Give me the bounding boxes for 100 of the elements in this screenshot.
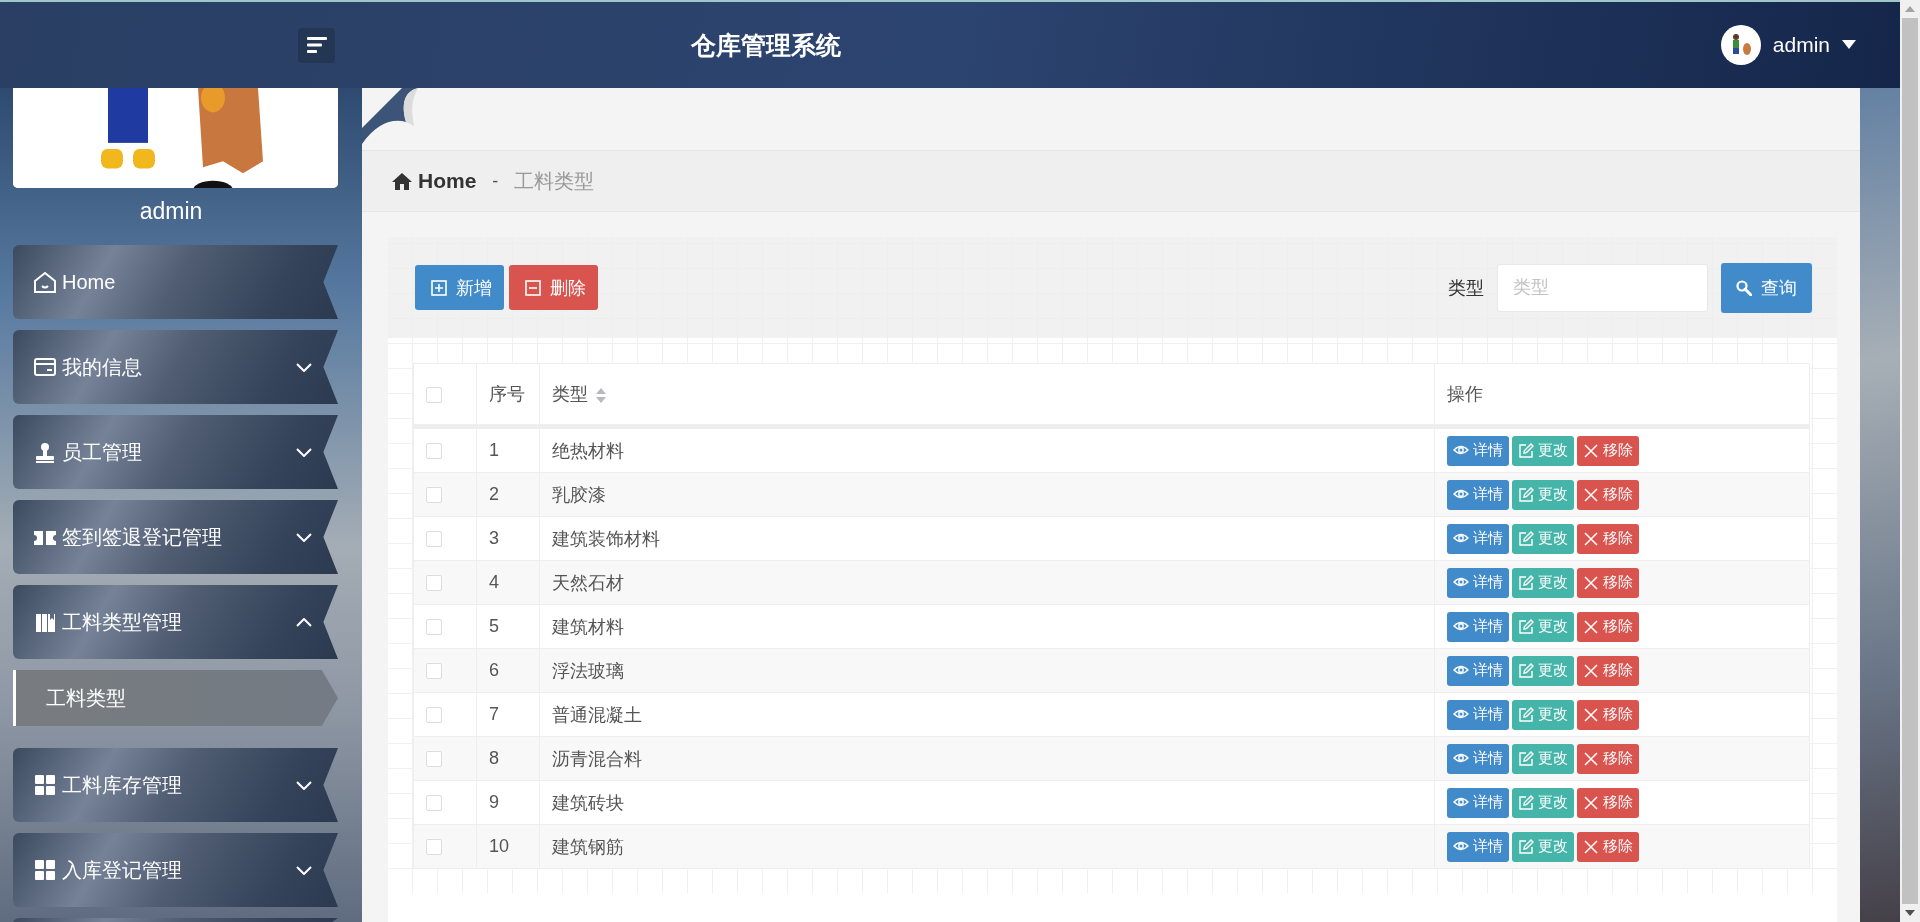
remove-button[interactable]: 移除 bbox=[1577, 567, 1639, 598]
view-button[interactable]: 详情 bbox=[1447, 611, 1509, 642]
checkbox[interactable] bbox=[426, 443, 442, 460]
scroll-up-icon[interactable] bbox=[1905, 6, 1915, 12]
grid-icon bbox=[34, 774, 56, 796]
submenu-item[interactable]: 工料类型 bbox=[13, 670, 338, 726]
remove-button[interactable]: 移除 bbox=[1577, 787, 1639, 818]
table-cell: 7 bbox=[489, 704, 499, 724]
checkbox[interactable] bbox=[426, 487, 442, 504]
checkbox[interactable] bbox=[426, 575, 442, 592]
remove-button[interactable]: 移除 bbox=[1577, 655, 1639, 686]
table-cell: 10 bbox=[489, 836, 510, 856]
view-button[interactable]: 详情 bbox=[1447, 655, 1509, 686]
checkbox[interactable] bbox=[426, 839, 442, 856]
scrollbar[interactable] bbox=[1900, 0, 1920, 922]
remove-button[interactable]: 移除 bbox=[1577, 435, 1639, 466]
home-icon bbox=[34, 271, 56, 293]
table-cell: 3 bbox=[489, 528, 499, 548]
view-button[interactable]: 详情 bbox=[1447, 523, 1509, 554]
menu-button[interactable] bbox=[298, 27, 335, 63]
edit-button[interactable]: 更改 bbox=[1512, 655, 1574, 686]
remove-button[interactable]: 移除 bbox=[1577, 699, 1639, 730]
table-cell: 建筑装饰材料 bbox=[552, 528, 660, 549]
breadcrumb-current: 工料类型 bbox=[514, 168, 595, 194]
pencil-square-icon bbox=[1518, 530, 1534, 547]
page-curl-icon bbox=[362, 88, 418, 144]
table-cell: 建筑材料 bbox=[552, 616, 624, 637]
table-cell: 9 bbox=[489, 792, 499, 812]
filter-label: 类型 bbox=[1448, 276, 1484, 300]
delete-button[interactable]: 删除 bbox=[509, 265, 598, 310]
menu-icon bbox=[306, 37, 327, 53]
table-cell: 2 bbox=[489, 484, 499, 504]
table-cell: 建筑砖块 bbox=[552, 792, 624, 813]
view-button[interactable]: 详情 bbox=[1447, 699, 1509, 730]
pencil-square-icon bbox=[1518, 618, 1534, 635]
remove-button[interactable]: 移除 bbox=[1577, 831, 1639, 862]
menu-item[interactable]: 我的信息 bbox=[13, 330, 338, 404]
menu-item[interactable]: 签到签退登记管理 bbox=[13, 500, 338, 574]
table-cell: 天然石材 bbox=[552, 572, 624, 593]
edit-button[interactable]: 更改 bbox=[1512, 831, 1574, 862]
remove-button[interactable]: 移除 bbox=[1577, 479, 1639, 510]
checkbox[interactable] bbox=[426, 663, 442, 680]
view-button[interactable]: 详情 bbox=[1447, 831, 1509, 862]
remove-button[interactable]: 移除 bbox=[1577, 611, 1639, 642]
close-icon bbox=[1583, 574, 1599, 591]
menu-item[interactable]: Home bbox=[13, 245, 338, 319]
edit-button[interactable]: 更改 bbox=[1512, 611, 1574, 642]
checkbox[interactable] bbox=[426, 707, 442, 724]
table-cell: 建筑钢筋 bbox=[552, 836, 624, 857]
edit-button[interactable]: 更改 bbox=[1512, 435, 1574, 466]
close-icon bbox=[1583, 750, 1599, 767]
view-button[interactable]: 详情 bbox=[1447, 743, 1509, 774]
column-header: 操作 bbox=[1447, 384, 1483, 404]
checkbox[interactable] bbox=[426, 531, 442, 548]
table-cell: 绝热材料 bbox=[552, 440, 624, 461]
type-search-field[interactable]: 类型 bbox=[1497, 263, 1708, 312]
breadcrumb-separator: - bbox=[492, 170, 499, 192]
search-icon bbox=[1736, 279, 1752, 296]
edit-button[interactable]: 更改 bbox=[1512, 523, 1574, 554]
remove-button[interactable]: 移除 bbox=[1577, 523, 1639, 554]
plus-square-icon bbox=[431, 279, 447, 296]
menu-item[interactable]: 入库登记管理 bbox=[13, 833, 338, 907]
edit-button[interactable]: 更改 bbox=[1512, 743, 1574, 774]
caret-icon[interactable] bbox=[1842, 40, 1856, 50]
edit-button[interactable]: 更改 bbox=[1512, 787, 1574, 818]
user-name: admin bbox=[138, 198, 204, 225]
table-cell: 8 bbox=[489, 748, 499, 768]
checkbox[interactable] bbox=[426, 386, 442, 403]
books-icon bbox=[34, 611, 56, 633]
checkbox[interactable] bbox=[426, 751, 442, 768]
menu-item[interactable]: 工料库存管理 bbox=[13, 748, 338, 822]
table-cell: 乳胶漆 bbox=[552, 484, 606, 505]
view-button[interactable]: 详情 bbox=[1447, 435, 1509, 466]
menu-item[interactable]: 工料类型管理 bbox=[13, 585, 338, 659]
breadcrumb-link[interactable]: Home bbox=[418, 169, 477, 193]
pencil-square-icon bbox=[1518, 838, 1534, 855]
view-button[interactable]: 详情 bbox=[1447, 479, 1509, 510]
scroll-down-icon[interactable] bbox=[1905, 910, 1915, 916]
checkbox[interactable] bbox=[426, 619, 442, 636]
sort-icon[interactable] bbox=[596, 387, 606, 403]
pencil-square-icon bbox=[1518, 486, 1534, 503]
close-icon bbox=[1583, 794, 1599, 811]
user-name[interactable]: admin bbox=[1772, 33, 1830, 57]
scrollbar-thumb[interactable] bbox=[1902, 18, 1918, 904]
view-button[interactable]: 详情 bbox=[1447, 787, 1509, 818]
menu-item[interactable]: 员工管理 bbox=[13, 415, 338, 489]
remove-button[interactable]: 移除 bbox=[1577, 743, 1639, 774]
pencil-square-icon bbox=[1518, 750, 1534, 767]
column-header[interactable]: 类型 bbox=[552, 384, 588, 404]
close-icon bbox=[1583, 618, 1599, 635]
checkbox[interactable] bbox=[426, 795, 442, 812]
edit-button[interactable]: 更改 bbox=[1512, 567, 1574, 598]
search-button[interactable]: 查询 bbox=[1721, 262, 1812, 313]
edit-button[interactable]: 更改 bbox=[1512, 479, 1574, 510]
edit-button[interactable]: 更改 bbox=[1512, 699, 1574, 730]
user-avatar[interactable] bbox=[1720, 25, 1761, 65]
add-button[interactable]: 新增 bbox=[415, 265, 504, 310]
close-icon bbox=[1583, 662, 1599, 679]
app-title: 仓库管理系统 bbox=[691, 29, 841, 61]
view-button[interactable]: 详情 bbox=[1447, 567, 1509, 598]
